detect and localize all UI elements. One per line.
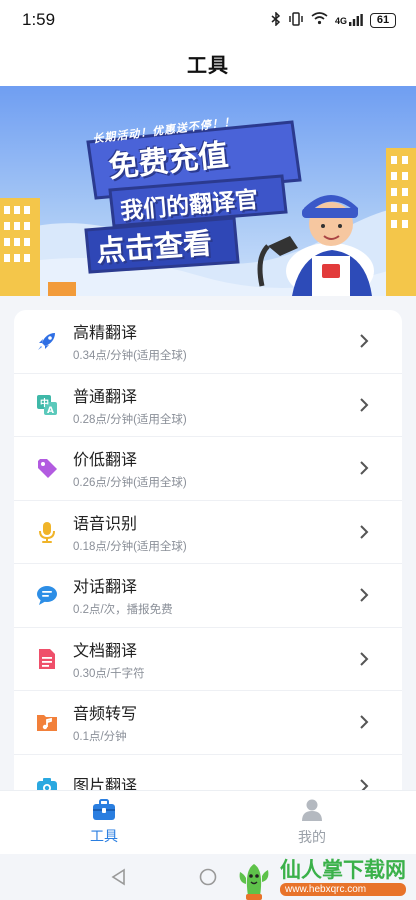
chat-bubble-icon bbox=[34, 582, 60, 608]
tool-price: 0.2点/次，播报免费 bbox=[73, 604, 173, 617]
translate-icon: 中A bbox=[34, 392, 60, 418]
signal-icon: 4G bbox=[335, 14, 363, 26]
home-icon[interactable] bbox=[199, 868, 217, 886]
tool-price: 0.1点/分钟 bbox=[73, 731, 127, 744]
banner-cta[interactable]: 点击查看 bbox=[95, 220, 214, 270]
tool-item-document[interactable]: 文档翻译 0.30点/千字符 bbox=[14, 628, 402, 691]
tool-title: 普通翻译 bbox=[73, 388, 138, 406]
chevron-right-icon bbox=[360, 652, 369, 666]
nav-tab-tools[interactable]: 工具 bbox=[0, 791, 208, 854]
tool-item-audio-transcribe[interactable]: 音频转写 0.1点/分钟 bbox=[14, 691, 402, 755]
user-icon bbox=[302, 799, 322, 821]
cactus-logo-icon bbox=[239, 864, 269, 900]
document-icon bbox=[34, 646, 60, 672]
chevron-right-icon bbox=[360, 588, 369, 602]
chevron-right-icon bbox=[360, 398, 369, 412]
watermark-text: 仙人掌下载网 bbox=[280, 859, 406, 882]
status-time: 1:59 bbox=[22, 10, 56, 29]
watermark-url: www.hebxqrc.com bbox=[280, 883, 406, 896]
tool-item-low-price[interactable]: 价低翻译 0.26点/分钟(适用全球) bbox=[14, 437, 402, 501]
vibrate-icon bbox=[288, 11, 304, 29]
site-watermark: 仙人掌下载网 www.hebxqrc.com bbox=[232, 856, 416, 900]
price-tag-icon bbox=[34, 455, 60, 481]
chevron-right-icon bbox=[360, 779, 369, 790]
status-bar: 1:59 4G 61 bbox=[0, 0, 416, 40]
tool-price: 0.26点/分钟(适用全球) bbox=[73, 477, 187, 490]
chevron-right-icon bbox=[360, 461, 369, 475]
bluetooth-icon bbox=[271, 10, 281, 29]
rocket-icon bbox=[34, 328, 60, 354]
tool-item-normal[interactable]: 中A 普通翻译 0.28点/分钟(适用全球) bbox=[14, 374, 402, 437]
nav-mine-label: 我的 bbox=[298, 829, 326, 845]
tool-item-high-precision[interactable]: 高精翻译 0.34点/分钟(适用全球) bbox=[14, 310, 402, 374]
tool-price: 0.28点/分钟(适用全球) bbox=[73, 413, 187, 426]
tool-item-image-translate[interactable]: 图片翻译 bbox=[14, 755, 402, 790]
nav-tools-label: 工具 bbox=[90, 828, 118, 844]
svg-text:A: A bbox=[47, 406, 54, 416]
music-folder-icon bbox=[34, 709, 60, 735]
status-icons: 4G 61 bbox=[271, 10, 396, 29]
chevron-right-icon bbox=[360, 525, 369, 539]
page-title: 工具 bbox=[187, 54, 229, 77]
tool-title: 图片翻译 bbox=[73, 777, 138, 790]
tool-item-speech-recognition[interactable]: 语音识别 0.18点/分钟(适用全球) bbox=[14, 501, 402, 564]
promo-banner[interactable]: 长期活动！优惠送不停！！ 免费充值 我们的翻译官 点击查看 bbox=[0, 86, 416, 296]
toolbox-icon bbox=[93, 799, 115, 820]
wifi-icon bbox=[311, 12, 328, 28]
tool-title: 对话翻译 bbox=[73, 579, 138, 597]
tool-title: 高精翻译 bbox=[73, 325, 138, 343]
tool-title: 价低翻译 bbox=[73, 452, 138, 470]
tool-title: 语音识别 bbox=[73, 515, 138, 533]
tool-price: 0.18点/分钟(适用全球) bbox=[73, 540, 187, 553]
nav-tab-mine[interactable]: 我的 bbox=[208, 791, 416, 854]
tool-item-dialogue[interactable]: 对话翻译 0.2点/次，播报免费 bbox=[14, 564, 402, 628]
camera-icon bbox=[34, 773, 60, 790]
tool-price: 0.30点/千字符 bbox=[73, 667, 145, 680]
page-header: 工具 bbox=[0, 40, 416, 86]
chevron-right-icon bbox=[360, 334, 369, 348]
tool-title: 文档翻译 bbox=[73, 642, 138, 660]
battery-indicator: 61 bbox=[370, 12, 396, 28]
tool-title: 音频转写 bbox=[73, 706, 138, 724]
back-icon[interactable] bbox=[110, 868, 128, 886]
tool-price: 0.34点/分钟(适用全球) bbox=[73, 350, 187, 363]
network-type: 4G bbox=[334, 16, 347, 26]
tools-list: 高精翻译 0.34点/分钟(适用全球) 中A 普通翻译 0.28点/分钟(适用全… bbox=[14, 310, 402, 790]
bottom-nav: 工具 我的 bbox=[0, 790, 416, 854]
chevron-right-icon bbox=[360, 715, 369, 729]
microphone-icon bbox=[34, 519, 60, 545]
